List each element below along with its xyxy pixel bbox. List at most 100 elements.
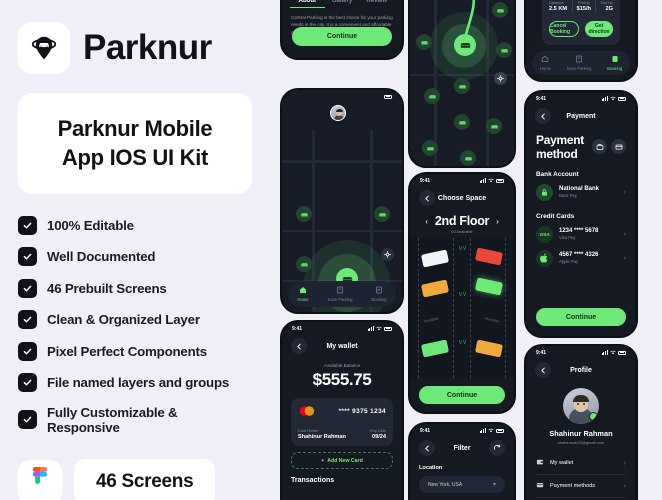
menu-item-payment-methods[interactable]: Payment methods › — [536, 475, 626, 498]
bookmark-icon — [328, 286, 353, 295]
map-pin[interactable] — [496, 42, 512, 58]
chevron-right-icon: › — [623, 459, 626, 467]
tab-home[interactable]: Home — [297, 286, 309, 302]
chevron-left-icon[interactable]: ‹ — [425, 217, 428, 226]
locate-icon[interactable] — [494, 72, 507, 85]
distance-value: 2.5 KM — [549, 6, 568, 12]
chevron-right-icon[interactable]: › — [496, 217, 499, 226]
phone-map — [408, 0, 516, 168]
card-info: 1234 **** 5678 Visa Pay — [559, 228, 618, 240]
tab-save-parking[interactable]: Save Parking — [566, 55, 592, 71]
cancel-booking-button[interactable]: Cancel Booking — [549, 21, 579, 37]
detail-tabs: About Gallery Review — [282, 0, 402, 8]
map-pin[interactable] — [296, 206, 312, 222]
refresh-icon[interactable] — [489, 440, 505, 456]
map-pin[interactable] — [454, 78, 470, 94]
tab-booking[interactable]: Booking — [607, 55, 622, 71]
arrow-left-icon[interactable] — [291, 338, 307, 354]
map-pin[interactable] — [492, 2, 508, 18]
balance-amount: $555.75 — [312, 370, 372, 389]
tab-label: Home — [539, 65, 551, 71]
tab-save-parking[interactable]: Save Parking — [328, 286, 353, 302]
arrow-left-icon[interactable] — [419, 440, 435, 456]
tab-booking[interactable]: Booking — [371, 286, 387, 302]
locate-icon[interactable] — [381, 248, 394, 261]
credit-card[interactable]: **** 9375 1234 Card Holder Shahinur Rahm… — [291, 398, 393, 446]
card-icon[interactable] — [611, 139, 626, 154]
nav-header: Profile — [526, 359, 636, 381]
map-pin[interactable] — [374, 206, 390, 222]
arrow-left-icon[interactable] — [535, 108, 551, 124]
map-pin[interactable] — [422, 140, 438, 156]
continue-button[interactable]: Continue — [292, 27, 392, 46]
tab-label: Booking — [371, 296, 387, 302]
lane-arrow-icon: ∨∨ — [457, 245, 467, 252]
bank-info: National Bank Bank Pay — [559, 186, 618, 198]
nav-header: Filter — [410, 437, 514, 459]
title-line-2: App IOS UI Kit — [61, 145, 209, 171]
map-pin[interactable] — [460, 150, 476, 166]
arrow-left-icon[interactable] — [419, 190, 435, 206]
feature-item: 46 Prebuilt Screens — [18, 278, 252, 298]
bank-sub: Bank Pay — [559, 193, 577, 199]
status-icons — [367, 326, 392, 331]
feature-label: Clean & Organized Layer — [47, 312, 200, 327]
battery-icon — [384, 326, 392, 331]
map-pin[interactable] — [424, 88, 440, 104]
menu-label: Payment methods — [550, 483, 596, 489]
screens-count-badge: 46 Screens — [74, 458, 216, 500]
brand-header: Parknur — [18, 22, 252, 74]
location-select[interactable]: New York, USA ▾ — [419, 476, 505, 493]
menu-item-my-wallet[interactable]: My wallet › — [536, 452, 626, 475]
phone-profile: 9:41 Profile Shahinur Rahman shahinurok3… — [524, 344, 638, 500]
choose-space-screen: 9:41 Choose Space ‹ 2nd Floor › 02 Avail… — [410, 174, 514, 412]
map-pin[interactable] — [416, 34, 432, 50]
credit-card-row[interactable]: 4567 **** 4326 Apple Pay › — [536, 249, 626, 267]
tab-home[interactable]: Home — [540, 55, 551, 71]
tab-about[interactable]: About — [290, 0, 325, 8]
card-info: 4567 **** 4326 Apple Pay — [559, 252, 618, 264]
booking-icon — [607, 55, 622, 64]
nav-header: Payment — [526, 105, 636, 127]
menu-label: My wallet — [550, 460, 574, 466]
bank-account-row[interactable]: National Bank Bank Pay › — [536, 183, 626, 201]
feature-label: Pixel Perfect Components — [47, 343, 207, 359]
phone-booking-detail: Distance 2.5 KM Pricing $15/h Slot No 2G — [524, 0, 638, 82]
arrow-left-icon[interactable] — [535, 362, 551, 378]
nav-header: Choose Space — [410, 187, 514, 209]
tab-label: Save Parking — [566, 65, 592, 71]
balance-block: Available Balance $555.75 — [282, 363, 402, 390]
floor-selector: ‹ 2nd Floor › — [410, 214, 514, 228]
continue-button[interactable]: Continue — [536, 308, 626, 326]
wallet-icon[interactable] — [592, 139, 607, 154]
card-number: 1234 **** 5678 — [559, 228, 599, 235]
brand-name: Parknur — [83, 28, 212, 67]
feature-label: Well Documented — [47, 249, 156, 264]
tab-gallery[interactable]: Gallery — [325, 0, 360, 8]
detail-screen: About Gallery Review Central Parking is … — [282, 0, 402, 58]
map-pin-selected[interactable] — [454, 34, 476, 56]
credit-card-row[interactable]: VISA 1234 **** 5678 Visa Pay › — [536, 225, 626, 243]
payment-heading-line1: Payment — [536, 133, 584, 147]
tab-review[interactable]: Review — [359, 0, 394, 8]
map-pin[interactable] — [454, 114, 470, 130]
transactions-heading: Transactions — [291, 477, 335, 484]
add-new-card-button[interactable]: + Add New Card — [291, 452, 393, 469]
status-bar: 9:41 — [410, 424, 514, 437]
bottom-tab-bar: Home Save Parking Booking — [288, 281, 396, 307]
map-pin[interactable] — [486, 118, 502, 134]
signal-icon — [479, 428, 486, 433]
wifi-icon — [488, 428, 494, 433]
visa-icon: VISA — [536, 225, 553, 243]
continue-button[interactable]: Continue — [419, 386, 505, 404]
location-value: New York, USA — [428, 481, 463, 488]
chevron-right-icon: › — [623, 482, 626, 490]
card-icon — [536, 481, 544, 491]
mastercard-icon — [299, 406, 315, 416]
home-icon — [297, 286, 308, 295]
avatar[interactable] — [563, 388, 599, 424]
title-line-1: Parknur Mobile — [57, 116, 213, 141]
map-pin[interactable] — [296, 256, 312, 272]
edit-icon[interactable] — [589, 412, 598, 421]
get-direction-button[interactable]: Get direction — [585, 21, 613, 37]
